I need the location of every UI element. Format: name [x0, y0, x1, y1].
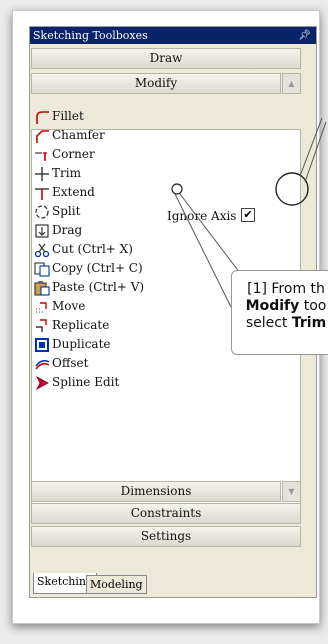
tool-corner[interactable]: Corner [34, 145, 164, 164]
tool-label: Spline Edit [52, 375, 120, 389]
copy-icon [34, 261, 50, 277]
replicate-icon [34, 318, 50, 334]
section-dimensions[interactable]: Dimensions [31, 481, 281, 502]
offset-icon [34, 356, 50, 372]
tool-split[interactable]: Split [34, 202, 164, 221]
callout-line-2: Modify too [232, 298, 328, 315]
section-settings[interactable]: Settings [31, 526, 301, 547]
tool-label: Trim [52, 166, 81, 180]
move-icon [34, 299, 50, 315]
tab-modeling[interactable]: Modeling [86, 575, 147, 594]
tool-spline-edit[interactable]: Spline Edit [34, 373, 164, 392]
tool-replicate[interactable]: Replicate [34, 316, 164, 335]
scroll-up-button[interactable]: ▲ [282, 73, 301, 94]
callout-trim-bold: Trim [291, 315, 327, 331]
corner-icon [34, 147, 50, 163]
pin-icon[interactable]: 📌︎ [298, 27, 311, 44]
tool-duplicate[interactable]: Duplicate [34, 335, 164, 354]
tool-label: Move [52, 299, 86, 313]
instruction-callout: [1] From th Modify too select Trim [231, 270, 328, 355]
chamfer-icon [34, 128, 50, 144]
paste-icon [34, 280, 50, 296]
tool-paste[interactable]: Paste (Ctrl+ V) [34, 278, 164, 297]
tool-label: Split [52, 204, 81, 218]
callout-line-2-rest: too [299, 298, 327, 314]
scroll-down-button[interactable]: ▼ [282, 481, 301, 502]
tool-chamfer[interactable]: Chamfer [34, 126, 164, 145]
cut-icon [34, 242, 50, 258]
tool-label: Cut (Ctrl+ X) [52, 242, 133, 256]
fillet-icon [34, 109, 50, 125]
tool-label: Fillet [52, 109, 84, 123]
tool-label: Offset [52, 356, 89, 370]
toolbox-tabs: Sketching Modeling [30, 573, 316, 597]
extend-icon [34, 185, 50, 201]
tool-cut[interactable]: Cut (Ctrl+ X) [34, 240, 164, 259]
tool-label: Replicate [52, 318, 110, 332]
callout-line-1: [1] From th [247, 281, 325, 297]
ignore-axis-checkbox[interactable]: ✔ [241, 208, 255, 222]
tool-label: Corner [52, 147, 95, 161]
spline-edit-icon [34, 375, 50, 391]
callout-line-3-pre: select [245, 315, 292, 331]
tool-label: Chamfer [52, 128, 105, 142]
ignore-axis-label: Ignore Axis [167, 209, 237, 223]
trim-icon [34, 166, 50, 182]
callout-line-3: select Trim [232, 315, 328, 332]
tool-label: Extend [52, 185, 95, 199]
drag-icon [34, 223, 50, 239]
section-constraints[interactable]: Constraints [31, 503, 301, 524]
tool-drag[interactable]: Drag [34, 221, 164, 240]
section-modify[interactable]: Modify [31, 73, 281, 94]
section-draw[interactable]: Draw [31, 48, 301, 69]
tool-label: Drag [52, 223, 83, 237]
tool-trim[interactable]: Trim [34, 164, 164, 183]
tool-copy[interactable]: Copy (Ctrl+ C) [34, 259, 164, 278]
panel-titlebar: Sketching Toolboxes 📌︎ [30, 27, 316, 44]
split-icon [34, 204, 50, 220]
panel-title: Sketching Toolboxes [33, 29, 148, 42]
tool-fillet[interactable]: Fillet [34, 107, 164, 126]
tool-offset[interactable]: Offset [34, 354, 164, 373]
tool-extend[interactable]: Extend [34, 183, 164, 202]
tool-move[interactable]: Move [34, 297, 164, 316]
callout-modify-bold: Modify [245, 298, 300, 314]
duplicate-icon [34, 337, 50, 353]
tool-label: Copy (Ctrl+ C) [52, 261, 143, 275]
tool-label: Paste (Ctrl+ V) [52, 280, 145, 294]
tool-label: Duplicate [52, 337, 111, 351]
